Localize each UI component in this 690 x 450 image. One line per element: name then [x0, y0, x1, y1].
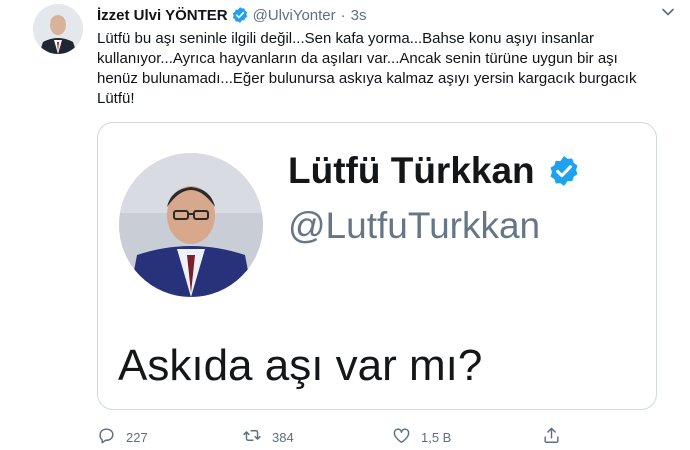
tweet-actions: 227 384 1,5 B: [97, 425, 617, 449]
tweet-timestamp[interactable]: 3s: [351, 7, 367, 24]
like-button[interactable]: 1,5 B: [392, 426, 542, 448]
verified-badge-icon: [231, 6, 249, 24]
heart-icon: [392, 426, 411, 448]
reply-count: 227: [126, 429, 148, 445]
embedded-avatar: [119, 153, 263, 297]
embedded-handle: @LutfuTurkkan: [288, 205, 541, 246]
retweet-button[interactable]: 384: [242, 426, 392, 448]
embedded-image[interactable]: Lütfü Türkkan @LutfuTurkkan Askıda aşı v…: [97, 122, 657, 410]
reply-icon: [97, 426, 116, 448]
share-button[interactable]: [542, 426, 602, 448]
author-name[interactable]: İzzet Ulvi YÖNTER: [97, 7, 228, 24]
reply-button[interactable]: 227: [97, 426, 242, 448]
more-icon[interactable]: [658, 2, 678, 22]
share-icon: [542, 426, 561, 448]
embedded-verified-badge-icon: [547, 154, 581, 188]
embedded-name-text: Lütfü Türkkan: [288, 150, 535, 191]
retweet-icon: [242, 426, 262, 448]
tweet-header: İzzet Ulvi YÖNTER @UlviYonter · 3s: [97, 5, 366, 25]
header-separator: ·: [340, 6, 346, 24]
author-handle[interactable]: @UlviYonter: [253, 7, 336, 24]
embedded-text: Askıda aşı var mı?: [118, 341, 483, 390]
tweet-text: Lütfü bu aşı seninle ilgili değil...Sen …: [97, 30, 637, 107]
retweet-count: 384: [272, 429, 294, 445]
tweet[interactable]: İzzet Ulvi YÖNTER @UlviYonter · 3s Lütfü…: [0, 0, 690, 450]
author-avatar[interactable]: [33, 4, 83, 54]
like-count: 1,5 B: [421, 429, 452, 445]
embedded-name: Lütfü Türkkan: [288, 150, 581, 192]
